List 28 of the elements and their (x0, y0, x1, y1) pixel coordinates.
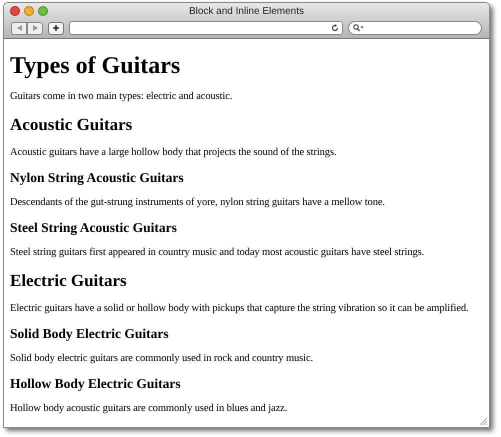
reload-icon[interactable] (331, 24, 339, 32)
paragraph: Descendants of the gut-strung instruments of yore, nylon string guitars have a mellow tone. (10, 196, 385, 210)
search-field[interactable] (348, 21, 482, 35)
subsection-heading: Solid Body Electric Guitars (10, 324, 169, 343)
add-bookmark-button[interactable]: + (48, 22, 64, 34)
section-heading: Electric Guitars (10, 270, 127, 292)
paragraph: Solid body electric guitars are commonly used in rock and country music. (10, 352, 314, 366)
address-field[interactable] (69, 21, 343, 35)
forward-icon (32, 25, 38, 31)
resize-grip-icon[interactable] (479, 417, 487, 425)
subsection-heading: Steel String Acoustic Guitars (10, 218, 177, 237)
back-icon (16, 25, 22, 31)
window-title: Block and Inline Elements (188, 5, 304, 17)
paragraph: Hollow body acoustic guitars are commonly used in blues and jazz. (10, 402, 288, 416)
subsection-heading: Nylon String Acoustic Guitars (10, 168, 184, 187)
close-button[interactable] (10, 6, 20, 16)
page-heading: Types of Guitars (10, 52, 180, 81)
paragraph: Electric guitars have a solid or hollow body with pickups that capture the string vibration so it can be amplified. (10, 302, 469, 316)
forward-button[interactable] (27, 22, 43, 34)
search-icon (353, 24, 364, 32)
back-button[interactable] (11, 22, 27, 34)
subsection-heading: Hollow Body Electric Guitars (10, 374, 181, 393)
paragraph: Acoustic guitars have a large hollow body that projects the sound of the strings. (10, 146, 336, 160)
section-heading: Acoustic Guitars (10, 114, 132, 136)
paragraph: Guitars come in two main types: electric and acoustic. (10, 90, 232, 104)
minimize-button[interactable] (24, 6, 34, 16)
paragraph: Steel string guitars first appeared in country music and today most acoustic guitars have steel strings. (10, 246, 424, 260)
zoom-button[interactable] (38, 6, 48, 16)
